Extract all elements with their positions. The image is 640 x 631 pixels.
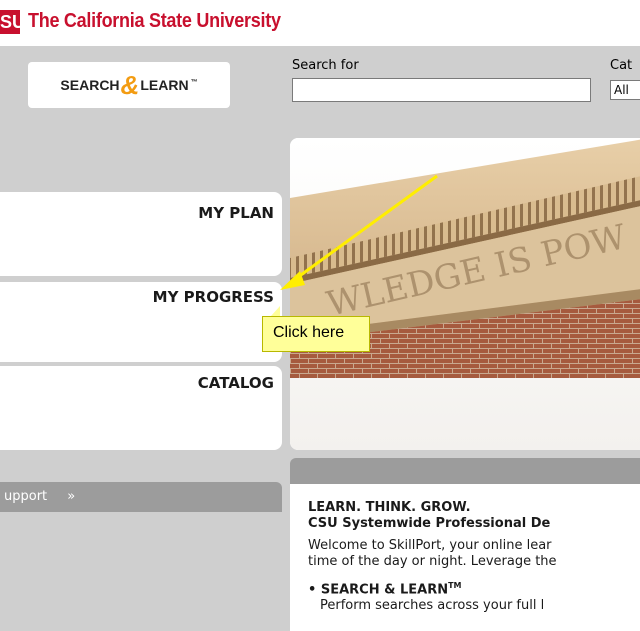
nav-my-plan[interactable]: MY PLAN — [0, 192, 282, 276]
logo-learn-text: LEARN — [140, 77, 189, 93]
welcome-text-line1: Welcome to SkillPort, your online lear — [308, 538, 552, 553]
bullet-trademark: TM — [448, 581, 462, 590]
search-input[interactable] — [292, 78, 591, 102]
category-label: Cat — [610, 58, 633, 73]
welcome-header-bar — [290, 458, 640, 484]
bullet-title: SEARCH & LEARN — [320, 582, 449, 598]
header: SU The California State University — [0, 0, 640, 46]
university-name[interactable]: The California State University — [28, 10, 281, 33]
logo-ampersand: & — [120, 70, 140, 100]
support-bar[interactable]: upport » — [0, 482, 282, 512]
search-label: Search for — [292, 58, 359, 73]
category-select[interactable]: All — [610, 80, 640, 100]
nav-my-progress[interactable]: MY PROGRESS — [0, 282, 282, 362]
left-panel-filler — [0, 512, 282, 631]
logo-trademark: ™ — [190, 78, 198, 86]
search-and-learn-logo[interactable]: SEARCH & LEARN ™ — [28, 62, 230, 108]
bullet-search-learn[interactable]: • SEARCH & LEARNTM — [308, 578, 640, 598]
chevron-right-icon: » — [67, 489, 76, 504]
welcome-heading: LEARN. THINK. GROW. — [308, 500, 471, 515]
welcome-text: Welcome to SkillPort, your online lear t… — [308, 538, 640, 570]
nav-my-plan-label: MY PLAN — [198, 204, 274, 222]
csu-logo[interactable]: SU — [0, 10, 20, 34]
callout-text: Click here — [273, 324, 345, 341]
bullet-description: Perform searches across your full l — [320, 598, 545, 614]
support-label: upport — [4, 489, 48, 504]
nav-catalog[interactable]: CATALOG — [0, 366, 282, 450]
nav-my-progress-label: MY PROGRESS — [152, 288, 274, 306]
welcome-subheading: CSU Systemwide Professional De — [308, 516, 551, 531]
click-here-callout: Click here — [262, 306, 370, 352]
welcome-panel: LEARN. THINK. GROW. CSU Systemwide Profe… — [290, 484, 640, 631]
logo-search-text: SEARCH — [60, 77, 120, 93]
banner-image: WLEDGE IS POW — [290, 138, 640, 450]
nav-catalog-label: CATALOG — [197, 374, 274, 392]
welcome-text-line2: time of the day or night. Leverage the — [308, 554, 557, 569]
